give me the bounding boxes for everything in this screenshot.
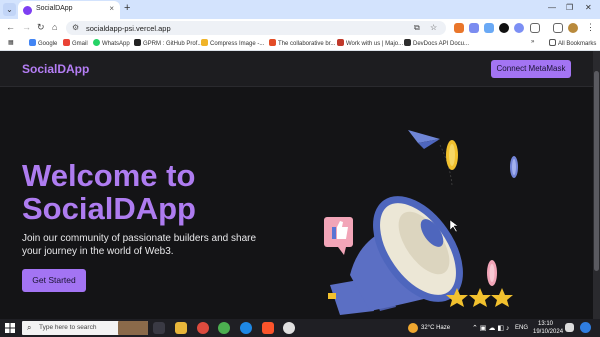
coin-icon [510, 156, 518, 178]
extensions-puzzle-icon[interactable] [530, 23, 540, 33]
bookmarks-bar: ▦ Google Gmail WhatsApp GPRM : GitHub Pr… [0, 37, 600, 51]
browser-tab-strip: ⌄ SocialDApp × + — ❐ ✕ [0, 0, 600, 19]
site-info-icon[interactable]: ⚙ [72, 23, 79, 32]
new-tab-icon[interactable]: + [124, 2, 130, 14]
bookmark-item[interactable]: GPRM : GitHub Prof... [134, 39, 202, 47]
metamask-extension-icon[interactable] [454, 23, 464, 33]
whatsapp-icon [93, 39, 100, 46]
tab-close-icon[interactable]: × [109, 4, 114, 13]
extension-icon[interactable] [484, 23, 494, 33]
coin-icon [487, 260, 497, 286]
paper-plane-icon [408, 130, 453, 186]
browser-tab[interactable]: SocialDApp × [18, 1, 120, 19]
url-text: socialdapp-psi.vercel.app [86, 24, 171, 33]
bookmark-item[interactable]: WhatsApp [93, 39, 130, 47]
weather-text[interactable]: 32°C Haze [421, 325, 450, 331]
chrome-icon[interactable] [218, 322, 230, 334]
task-view-icon[interactable] [153, 322, 165, 334]
brand-logo[interactable]: SocialDApp [22, 62, 89, 76]
browser-toolbar: ← → ↻ ⌂ ⚙ socialdapp-psi.vercel.app ⧉ ☆ … [0, 19, 600, 37]
star-icon [491, 288, 513, 307]
extension-icon[interactable] [499, 23, 509, 33]
bookmark-item[interactable]: Gmail [63, 39, 88, 47]
windows-taskbar: ⌕ Type here to search 32°C Haze ⌃ ▣ ☁ ◧ … [0, 319, 600, 337]
tab-title: SocialDApp [36, 5, 73, 12]
extension-icon[interactable] [469, 23, 479, 33]
github-icon [134, 39, 141, 46]
site-icon [269, 39, 276, 46]
edge-icon[interactable] [240, 322, 252, 334]
coin-icon [446, 140, 458, 170]
get-started-button[interactable]: Get Started [22, 269, 86, 292]
home-icon[interactable]: ⌂ [52, 22, 57, 32]
minimize-icon[interactable]: — [548, 3, 556, 12]
site-icon [337, 39, 344, 46]
github-desktop-icon[interactable] [283, 322, 295, 334]
all-bookmarks[interactable]: All Bookmarks [549, 39, 596, 47]
back-icon[interactable]: ← [6, 22, 15, 32]
hero-subtitle: Join our community of passionate builder… [22, 233, 257, 257]
hero-title: Welcome to SocialDApp [22, 158, 196, 226]
compress-icon [201, 39, 208, 46]
taskbar-search-placeholder: Type here to search [39, 324, 97, 331]
windows-start-icon[interactable] [5, 323, 15, 333]
reload-icon[interactable]: ↻ [37, 22, 45, 33]
google-icon [29, 39, 36, 46]
copilot-icon[interactable] [580, 322, 591, 333]
mouse-cursor-icon [449, 219, 459, 233]
scrollbar-thumb[interactable] [594, 71, 599, 271]
bookmark-item[interactable]: DevDocs API Docu... [404, 39, 469, 47]
menu-dots-icon[interactable]: ⋮ [586, 22, 595, 33]
like-bubble-icon [324, 217, 353, 255]
clock-time[interactable]: 13:10 [538, 321, 553, 327]
megaphone-illustration [324, 130, 518, 315]
bookmark-item[interactable]: Compress Image -... [201, 39, 264, 47]
star-rating [446, 288, 513, 307]
star-icon [469, 288, 491, 307]
tab-search-icon[interactable]: ⌄ [3, 3, 16, 16]
bookmark-item[interactable]: The collaborative br... [269, 39, 335, 47]
site-navbar: SocialDApp Connect MetaMask [0, 51, 593, 87]
connect-metamask-button[interactable]: Connect MetaMask [491, 60, 571, 78]
tray-icons[interactable]: ⌃ ▣ ☁ ◧ ♪ [472, 324, 509, 332]
clock-date[interactable]: 19/10/2024 [533, 329, 563, 335]
search-highlight-image [118, 321, 148, 335]
search-icon: ⌕ [27, 323, 32, 332]
apps-grid-icon[interactable]: ▦ [8, 39, 14, 46]
tab-favicon-icon [23, 6, 32, 15]
more-bookmarks-icon[interactable]: » [531, 39, 534, 45]
address-bar[interactable]: ⚙ socialdapp-psi.vercel.app ⧉ ☆ [66, 21, 446, 35]
close-window-icon[interactable]: ✕ [585, 3, 592, 12]
file-explorer-icon[interactable] [175, 322, 187, 334]
bookmark-star-icon[interactable]: ☆ [430, 23, 437, 32]
forward-icon[interactable]: → [22, 22, 31, 32]
extension-icon[interactable] [514, 23, 524, 33]
profile-avatar[interactable] [568, 23, 578, 33]
gmail-icon [63, 39, 70, 46]
download-icon[interactable] [553, 23, 563, 33]
install-icon[interactable]: ⧉ [414, 23, 420, 33]
weather-icon[interactable] [408, 323, 418, 333]
page-scrollbar[interactable] [593, 51, 600, 319]
bookmark-item[interactable]: Work with us | Majo... [337, 39, 403, 47]
folder-icon [549, 39, 556, 46]
devdocs-icon [404, 39, 411, 46]
brave-icon[interactable] [262, 322, 274, 334]
notification-icon[interactable] [565, 323, 574, 332]
maximize-icon[interactable]: ❐ [566, 3, 573, 12]
page-viewport: SocialDApp Connect MetaMask Welcome to S… [0, 51, 593, 319]
chrome-icon[interactable] [197, 322, 209, 334]
language-indicator[interactable]: ENG [515, 325, 528, 331]
bookmark-item[interactable]: Google [29, 39, 57, 47]
